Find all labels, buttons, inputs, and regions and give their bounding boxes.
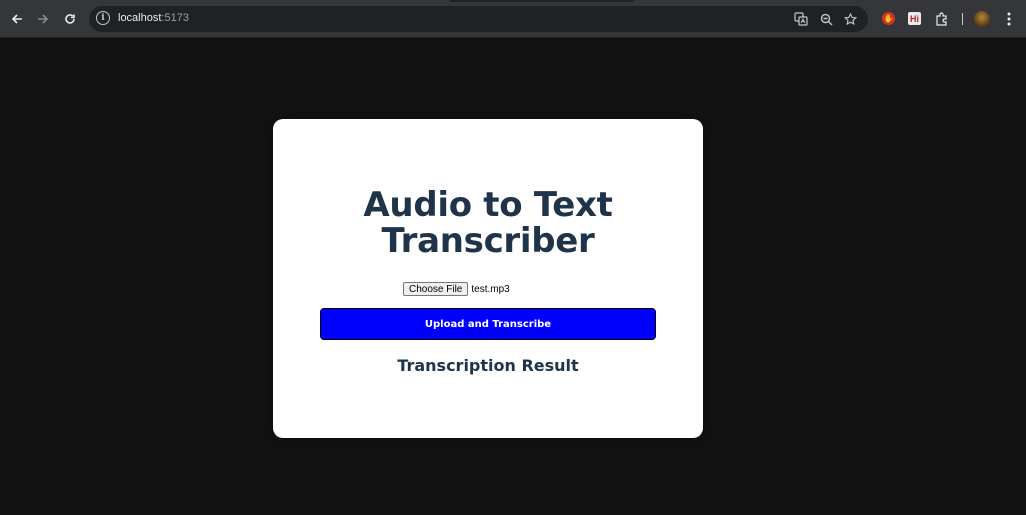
translate-icon[interactable] <box>793 11 809 27</box>
browser-toolbar: i localhost:5173 ✋ Hi <box>0 0 1026 38</box>
selected-file-name: test.mp3 <box>471 283 510 295</box>
address-bar[interactable]: i localhost:5173 <box>89 6 868 32</box>
site-info-icon[interactable]: i <box>96 11 110 25</box>
transcriber-card: Audio to Text Transcriber Choose File te… <box>273 119 703 438</box>
back-arrow-icon[interactable] <box>7 9 27 29</box>
puzzle-icon[interactable] <box>934 11 950 27</box>
star-icon[interactable] <box>842 11 858 27</box>
file-input[interactable]: Choose File test.mp3 <box>403 282 510 296</box>
zoom-icon[interactable] <box>818 11 834 27</box>
url-text[interactable]: localhost:5173 <box>118 12 189 24</box>
tab-strip-edge <box>450 0 633 2</box>
forward-arrow-icon[interactable] <box>33 9 53 29</box>
more-vert-icon[interactable] <box>1002 11 1016 27</box>
toolbar-divider <box>962 13 963 25</box>
profile-avatar[interactable] <box>974 11 990 27</box>
reload-icon[interactable] <box>60 9 80 29</box>
upload-and-transcribe-button[interactable]: Upload and Transcribe <box>320 308 656 340</box>
hi-extension-label: Hi <box>910 13 919 24</box>
url-host: localhost <box>118 12 162 24</box>
url-port: :5173 <box>161 12 189 24</box>
page-title: Audio to Text Transcriber <box>363 185 613 261</box>
transcription-result-heading: Transcription Result <box>397 356 579 375</box>
choose-file-button[interactable]: Choose File <box>403 282 469 296</box>
hand-extension-icon[interactable]: ✋ <box>882 12 895 25</box>
hi-extension-icon[interactable]: Hi <box>908 12 921 25</box>
